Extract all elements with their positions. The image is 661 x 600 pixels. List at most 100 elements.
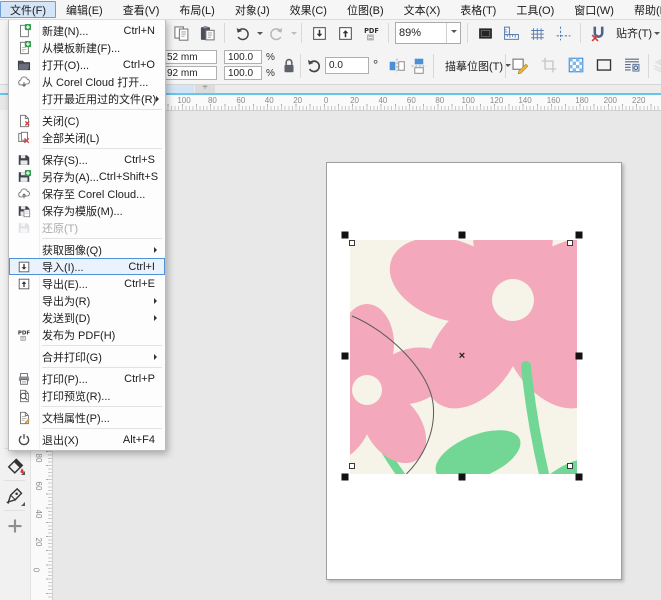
mirror-horizontal-icon[interactable] [388,57,406,75]
menu-item-label: 文档属性(P)... [42,410,110,426]
snap-to-dropdown[interactable]: 贴齐(T) [611,25,661,41]
copy-button[interactable] [169,21,193,45]
fill-tool-button[interactable] [3,453,27,477]
corner-node[interactable] [349,463,355,469]
text-wrap-icon[interactable] [623,56,641,74]
file-menu-item[interactable]: 获取图像(Q) [9,241,165,258]
export-button[interactable] [333,21,357,45]
hruler-label: 0 [324,96,328,105]
file-menu-item[interactable]: 从 Corel Cloud 打开... [9,73,165,90]
percent-label-y: % [266,68,275,79]
hruler-label: 140 [518,96,531,105]
file-menu-item[interactable]: 导出(E)...Ctrl+E [9,275,165,292]
selection-handle[interactable] [459,232,466,239]
bitmap-boundary-icon[interactable] [567,56,585,74]
lock-ratio-icon[interactable] [280,57,298,75]
menu-layout[interactable]: 布局(L) [169,1,224,18]
bounding-box-icon[interactable] [595,56,613,74]
selection-center-marker[interactable]: × [459,350,465,362]
file-menu-item[interactable]: 发送到(D) [9,309,165,326]
rotation-angle-field[interactable] [325,57,369,74]
menu-window[interactable]: 窗口(W) [564,1,624,18]
new-template-icon [9,41,39,55]
import-button[interactable] [307,21,331,45]
vruler-label: 20 [34,538,43,547]
menu-help[interactable]: 帮助(H) [624,1,661,18]
menu-bitmaps[interactable]: 位图(B) [337,1,394,18]
object-width-field[interactable] [163,50,217,64]
toggle-grid-button[interactable] [525,21,549,45]
submenu-arrow-icon [154,298,157,304]
selection-handle[interactable] [459,474,466,481]
selection-handle[interactable] [576,474,583,481]
publish-pdf-button[interactable]: PDF [359,21,383,45]
corner-node[interactable] [349,240,355,246]
menu-text[interactable]: 文本(X) [394,1,451,18]
zoom-level-combo[interactable] [395,22,461,44]
fullscreen-preview-button[interactable] [473,21,497,45]
selection-handle[interactable] [342,353,349,360]
file-menu-item[interactable]: 打开(O)...Ctrl+O [9,56,165,73]
file-menu-item[interactable]: 另存为(A)...Ctrl+Shift+S [9,168,165,185]
paste-button[interactable] [195,21,219,45]
print-preview-icon [9,389,39,403]
menu-object[interactable]: 对象(J) [225,1,280,18]
file-menu-item[interactable]: 保存至 Corel Cloud... [9,185,165,202]
corner-node[interactable] [567,240,573,246]
scale-y-field[interactable] [224,66,262,80]
crop-bitmap-icon [540,56,558,74]
redo-button [264,21,288,45]
file-menu-item[interactable]: 合并打印(G) [9,348,165,365]
snap-off-button[interactable] [586,21,610,45]
file-menu-item[interactable]: 全部关闭(L) [9,129,165,146]
menu-view[interactable]: 查看(V) [113,1,170,18]
file-menu-item[interactable]: 保存(S)...Ctrl+S [9,151,165,168]
menu-edit[interactable]: 编辑(E) [56,1,113,18]
file-menu-item[interactable]: 打开最近用过的文件(R) [9,90,165,107]
undo-dropdown-arrow[interactable] [257,32,263,38]
file-menu-item[interactable]: 打印预览(R)... [9,387,165,404]
zoom-level-input[interactable] [396,27,446,39]
toggle-rulers-button[interactable] [499,21,523,45]
hruler-label: 160 [547,96,560,105]
add-tool-button[interactable] [3,514,27,538]
file-menu-item[interactable]: 关闭(C) [9,112,165,129]
file-menu-item[interactable]: 打印(P)...Ctrl+P [9,370,165,387]
import-icon [9,260,39,274]
file-menu-item[interactable]: 从模板新建(F)... [9,39,165,56]
mirror-vertical-icon[interactable] [410,57,428,75]
object-height-field[interactable] [163,66,217,80]
hruler-label: 220 [632,96,645,105]
menu-table[interactable]: 表格(T) [450,1,506,18]
zoom-dropdown-arrow[interactable] [446,23,460,43]
selection-handle[interactable] [342,474,349,481]
edit-bitmap-icon[interactable] [511,56,529,74]
menu-effects[interactable]: 效果(C) [280,1,337,18]
file-menu-item[interactable]: 导出为(R) [9,292,165,309]
corner-node[interactable] [567,463,573,469]
selection-handle[interactable] [576,232,583,239]
trace-bitmap-button[interactable]: 描摹位图(T) [438,54,518,77]
outline-pen-tool-button[interactable] [3,484,27,508]
file-menu-item[interactable]: 退出(X)Alt+F4 [9,431,165,448]
menu-item-label: 打印(P)... [42,371,88,387]
toggle-guidelines-button[interactable] [551,21,575,45]
file-menu-item[interactable]: 导入(I)...Ctrl+I [9,258,165,275]
file-menu-item[interactable]: 保存为模版(M)... [9,202,165,219]
file-menu-item[interactable]: 文档属性(P)... [9,409,165,426]
hruler-label: 80 [435,96,444,105]
menu-tools[interactable]: 工具(O) [506,1,564,18]
add-page-button[interactable]: + [195,84,215,93]
undo-button[interactable] [230,21,254,45]
submenu-arrow-icon [154,247,157,253]
file-menu-item[interactable]: 新建(N)...Ctrl+N [9,22,165,39]
selection-handle[interactable] [576,353,583,360]
file-menu-item[interactable]: PDF发布为 PDF(H) [9,326,165,343]
selection-handle[interactable] [342,232,349,239]
scale-x-field[interactable] [224,50,262,64]
menu-file[interactable]: 文件(F) [0,1,56,18]
vruler-label: 60 [34,482,43,491]
toolbar-separator [388,23,389,43]
hruler-label: 100 [177,96,190,105]
hruler-label: 60 [407,96,416,105]
